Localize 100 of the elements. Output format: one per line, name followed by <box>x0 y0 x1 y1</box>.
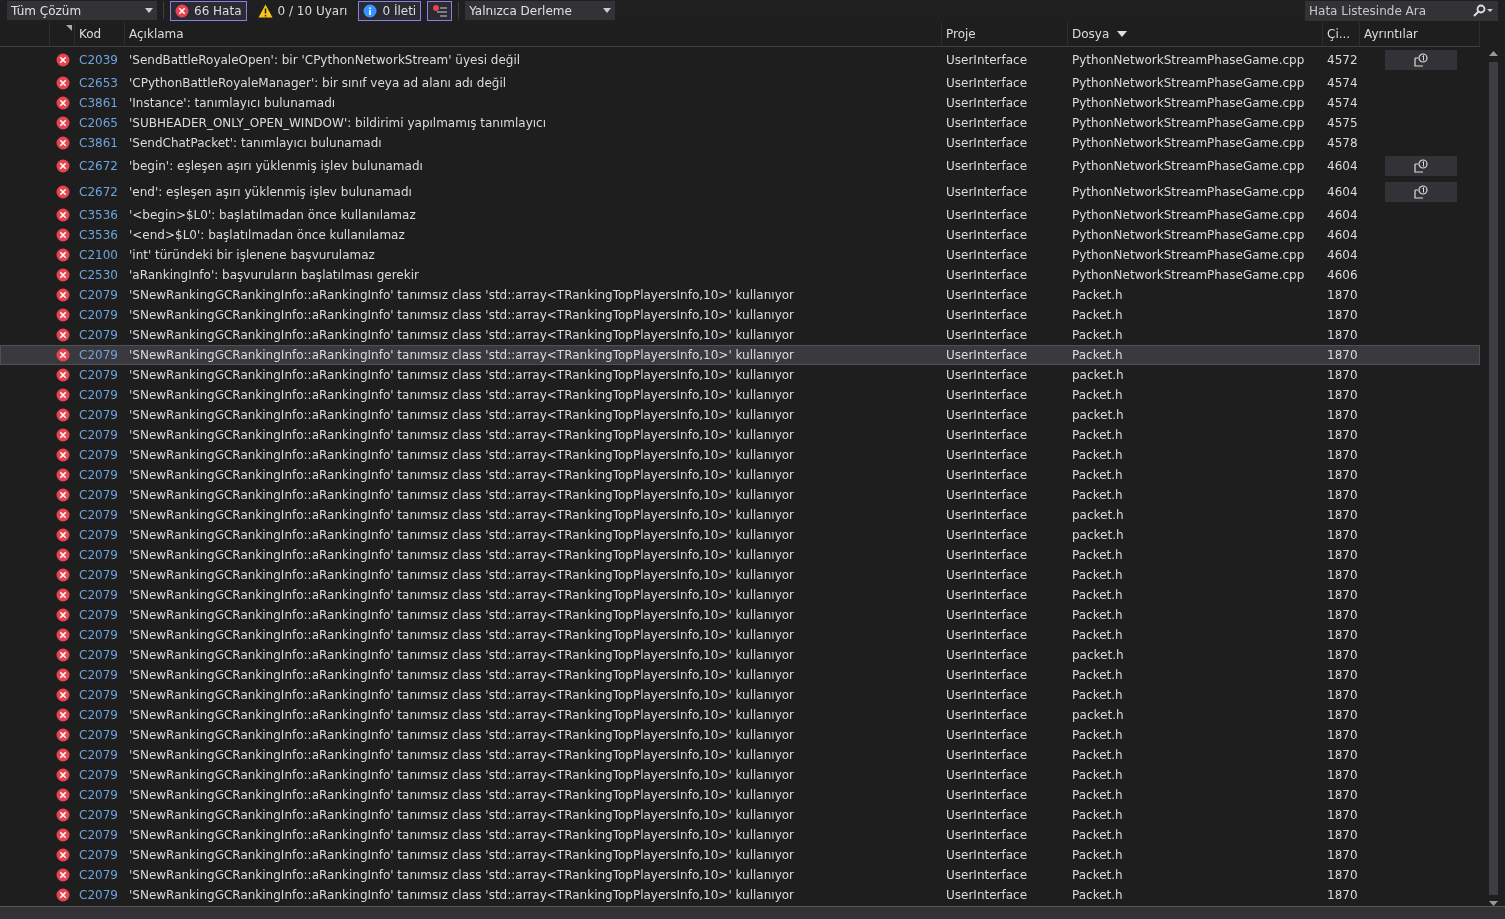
error-code-link[interactable]: C2079 <box>75 668 125 682</box>
error-code-link[interactable]: C2079 <box>75 388 125 402</box>
error-row[interactable]: C2079 'SNewRankingGCRankingInfo::aRankingInfo' tanımsız class 'std::array<TRankingTopPlayersInfo,10>' kullanıyor UserInterface Packet.h 1870 <box>0 865 1480 885</box>
error-row[interactable]: C2079 'SNewRankingGCRankingInfo::aRankingInfo' tanımsız class 'std::array<TRankingTopPlayersInfo,10>' kullanıyor UserInterface Packet.h 1870 <box>0 445 1480 465</box>
error-code-link[interactable]: C2079 <box>75 688 125 702</box>
error-code-link[interactable]: C2079 <box>75 288 125 302</box>
error-filter-button[interactable]: 66 Hata <box>170 0 247 21</box>
error-row[interactable]: C2079 'SNewRankingGCRankingInfo::aRankingInfo' tanımsız class 'std::array<TRankingTopPlayersInfo,10>' kullanıyor UserInterface Packet.h 1870 <box>0 765 1480 785</box>
warning-filter-button[interactable]: 0 / 10 Uyarı <box>252 0 353 21</box>
error-row[interactable]: C2079 'SNewRankingGCRankingInfo::aRankingInfo' tanımsız class 'std::array<TRankingTopPlayersInfo,10>' kullanıyor UserInterface Packet.h 1870 <box>0 545 1480 565</box>
error-row[interactable]: C2079 'SNewRankingGCRankingInfo::aRankingInfo' tanımsız class 'std::array<TRankingTopPlayersInfo,10>' kullanıyor UserInterface Packet.h 1870 <box>0 805 1480 825</box>
error-row[interactable]: C2100 'int' türündeki bir işlenene başvurulamaz UserInterface PythonNetworkStreamPhaseGame.cpp 4604 <box>0 245 1480 265</box>
error-code-link[interactable]: C2079 <box>75 488 125 502</box>
error-row[interactable]: C3536 '<begin>$L0': başlatılmadan önce kullanılamaz UserInterface PythonNetworkStreamPhaseGame.cpp 4604 <box>0 205 1480 225</box>
error-code-link[interactable]: C2065 <box>75 116 125 130</box>
error-row[interactable]: C2079 'SNewRankingGCRankingInfo::aRankingInfo' tanımsız class 'std::array<TRankingTopPlayersInfo,10>' kullanıyor UserInterface packet.h 1870 <box>0 365 1480 385</box>
error-code-link[interactable]: C2079 <box>75 768 125 782</box>
error-row[interactable]: C2079 'SNewRankingGCRankingInfo::aRankingInfo' tanımsız class 'std::array<TRankingTopPlayersInfo,10>' kullanıyor UserInterface Packet.h 1870 <box>0 585 1480 605</box>
error-code-link[interactable]: C2079 <box>75 888 125 902</box>
error-row[interactable]: C2065 'SUBHEADER_ONLY_OPEN_WINDOW': bildirimi yapılmamış tanımlayıcı UserInterface PythonNetworkStreamPhaseGame.cpp 4575 <box>0 113 1480 133</box>
error-row[interactable]: C2079 'SNewRankingGCRankingInfo::aRankingInfo' tanımsız class 'std::array<TRankingTopPlayersInfo,10>' kullanıyor UserInterface Packet.h 1870 <box>0 825 1480 845</box>
error-code-link[interactable]: C2079 <box>75 568 125 582</box>
error-code-link[interactable]: C2039 <box>75 53 125 67</box>
scroll-up-icon[interactable] <box>1488 51 1498 56</box>
error-row[interactable]: C2079 'SNewRankingGCRankingInfo::aRankingInfo' tanımsız class 'std::array<TRankingTopPlayersInfo,10>' kullanıyor UserInterface Packet.h 1870 <box>0 725 1480 745</box>
error-code-link[interactable]: C2672 <box>75 185 125 199</box>
error-code-link[interactable]: C3536 <box>75 228 125 242</box>
error-row[interactable]: C2079 'SNewRankingGCRankingInfo::aRankingInfo' tanımsız class 'std::array<TRankingTopPlayersInfo,10>' kullanıyor UserInterface packet.h 1870 <box>0 405 1480 425</box>
error-code-link[interactable]: C2079 <box>75 368 125 382</box>
error-code-link[interactable]: C2079 <box>75 548 125 562</box>
error-code-link[interactable]: C2079 <box>75 588 125 602</box>
error-code-link[interactable]: C2079 <box>75 708 125 722</box>
error-code-link[interactable]: C2079 <box>75 308 125 322</box>
error-code-link[interactable]: C3536 <box>75 208 125 222</box>
error-row[interactable]: C2079 'SNewRankingGCRankingInfo::aRankingInfo' tanımsız class 'std::array<TRankingTopPlayersInfo,10>' kullanıyor UserInterface Packet.h 1870 <box>0 345 1480 365</box>
error-row[interactable]: C2079 'SNewRankingGCRankingInfo::aRankingInfo' tanımsız class 'std::array<TRankingTopPlayersInfo,10>' kullanıyor UserInterface Packet.h 1870 <box>0 305 1480 325</box>
error-code-link[interactable]: C2079 <box>75 468 125 482</box>
search-field[interactable]: Hata Listesinde Ara <box>1305 0 1498 21</box>
error-row[interactable]: C2079 'SNewRankingGCRankingInfo::aRankingInfo' tanımsız class 'std::array<TRankingTopPlayersInfo,10>' kullanıyor UserInterface packet.h 1870 <box>0 525 1480 545</box>
error-code-link[interactable]: C3861 <box>75 136 125 150</box>
error-code-link[interactable]: C2079 <box>75 728 125 742</box>
filter-toggle-button[interactable] <box>427 0 453 21</box>
error-row[interactable]: C2079 'SNewRankingGCRankingInfo::aRankingInfo' tanımsız class 'std::array<TRankingTopPlayersInfo,10>' kullanıyor UserInterface Packet.h 1870 <box>0 845 1480 865</box>
column-header[interactable]: Ayrıntılar <box>1364 27 1419 41</box>
error-code-link[interactable]: C2100 <box>75 248 125 262</box>
error-code-link[interactable]: C2079 <box>75 448 125 462</box>
error-code-link[interactable]: C2079 <box>75 328 125 342</box>
column-header[interactable]: Dosya <box>1072 27 1110 41</box>
error-code-link[interactable]: C2079 <box>75 828 125 842</box>
error-row[interactable]: C2079 'SNewRankingGCRankingInfo::aRankingInfo' tanımsız class 'std::array<TRankingTopPlayersInfo,10>' kullanıyor UserInterface Packet.h 1870 <box>0 465 1480 485</box>
build-source-dropdown[interactable]: Yalnızca Derleme <box>465 1 616 20</box>
details-button[interactable] <box>1385 156 1457 176</box>
error-code-link[interactable]: C2079 <box>75 508 125 522</box>
error-row[interactable]: C2079 'SNewRankingGCRankingInfo::aRankingInfo' tanımsız class 'std::array<TRankingTopPlayersInfo,10>' kullanıyor UserInterface Packet.h 1870 <box>0 785 1480 805</box>
column-header[interactable]: Kod <box>79 27 102 41</box>
error-code-link[interactable]: C2079 <box>75 848 125 862</box>
error-row[interactable]: C3861 'Instance': tanımlayıcı bulunamadı UserInterface PythonNetworkStreamPhaseGame.cpp 4574 <box>0 93 1480 113</box>
error-code-link[interactable]: C2079 <box>75 408 125 422</box>
scope-dropdown[interactable]: Tüm Çözüm <box>7 1 157 20</box>
details-button[interactable] <box>1385 182 1457 202</box>
error-code-link[interactable]: C2653 <box>75 76 125 90</box>
error-code-link[interactable]: C2079 <box>75 648 125 662</box>
info-filter-button[interactable]: 0 İleti <box>358 0 422 21</box>
error-code-link[interactable]: C2079 <box>75 808 125 822</box>
error-row[interactable]: C2079 'SNewRankingGCRankingInfo::aRankingInfo' tanımsız class 'std::array<TRankingTopPlayersInfo,10>' kullanıyor UserInterface Packet.h 1870 <box>0 685 1480 705</box>
column-header[interactable]: Proje <box>946 27 976 41</box>
error-row[interactable]: C2672 'begin': eşleşen aşırı yüklenmiş işlev bulunamadı UserInterface PythonNetworkStreamPhaseGame.cpp 4604 <box>0 153 1480 179</box>
error-code-link[interactable]: C3861 <box>75 96 125 110</box>
error-code-link[interactable]: C2079 <box>75 748 125 762</box>
error-row[interactable]: C2079 'SNewRankingGCRankingInfo::aRankingInfo' tanımsız class 'std::array<TRankingTopPlayersInfo,10>' kullanıyor UserInterface Packet.h 1870 <box>0 625 1480 645</box>
error-row[interactable]: C2530 'aRankingInfo': başvuruların başlatılması gerekir UserInterface PythonNetworkStreamPhaseGame.cpp 4606 <box>0 265 1480 285</box>
error-row[interactable]: C2039 'SendBattleRoyaleOpen': bir 'CPythonNetworkStream' üyesi değil UserInterface PythonNetworkStreamPhaseGame.cpp 4572 <box>0 47 1480 73</box>
error-code-link[interactable]: C2079 <box>75 608 125 622</box>
error-row[interactable]: C2079 'SNewRankingGCRankingInfo::aRankingInfo' tanımsız class 'std::array<TRankingTopPlayersInfo,10>' kullanıyor UserInterface packet.h 1870 <box>0 645 1480 665</box>
error-row[interactable]: C2079 'SNewRankingGCRankingInfo::aRankingInfo' tanımsız class 'std::array<TRankingTopPlayersInfo,10>' kullanıyor UserInterface Packet.h 1870 <box>0 385 1480 405</box>
error-code-link[interactable]: C2079 <box>75 528 125 542</box>
error-row[interactable]: C2079 'SNewRankingGCRankingInfo::aRankingInfo' tanımsız class 'std::array<TRankingTopPlayersInfo,10>' kullanıyor UserInterface packet.h 1870 <box>0 705 1480 725</box>
details-button[interactable] <box>1385 50 1457 70</box>
column-header[interactable]: Açıklama <box>129 27 184 41</box>
error-row[interactable]: C2079 'SNewRankingGCRankingInfo::aRankingInfo' tanımsız class 'std::array<TRankingTopPlayersInfo,10>' kullanıyor UserInterface packet.h 1870 <box>0 505 1480 525</box>
error-row[interactable]: C2672 'end': eşleşen aşırı yüklenmiş işlev bulunamadı UserInterface PythonNetworkStreamPhaseGame.cpp 4604 <box>0 179 1480 205</box>
error-row[interactable]: C3861 'SendChatPacket': tanımlayıcı bulunamadı UserInterface PythonNetworkStreamPhaseGame.cpp 4578 <box>0 133 1480 153</box>
error-row[interactable]: C2079 'SNewRankingGCRankingInfo::aRankingInfo' tanımsız class 'std::array<TRankingTopPlayersInfo,10>' kullanıyor UserInterface Packet.h 1870 <box>0 285 1480 305</box>
error-code-link[interactable]: C2079 <box>75 348 125 362</box>
error-row[interactable]: C3536 '<end>$L0': başlatılmadan önce kullanılamaz UserInterface PythonNetworkStreamPhaseGame.cpp 4604 <box>0 225 1480 245</box>
column-header[interactable]: Çi... <box>1327 27 1351 41</box>
error-row[interactable]: C2079 'SNewRankingGCRankingInfo::aRankingInfo' tanımsız class 'std::array<TRankingTopPlayersInfo,10>' kullanıyor UserInterface Packet.h 1870 <box>0 425 1480 445</box>
error-code-link[interactable]: C2672 <box>75 159 125 173</box>
error-row[interactable]: C2079 'SNewRankingGCRankingInfo::aRankingInfo' tanımsız class 'std::array<TRankingTopPlayersInfo,10>' kullanıyor UserInterface Packet.h 1870 <box>0 485 1480 505</box>
error-code-link[interactable]: C2079 <box>75 428 125 442</box>
error-row[interactable]: C2079 'SNewRankingGCRankingInfo::aRankingInfo' tanımsız class 'std::array<TRankingTopPlayersInfo,10>' kullanıyor UserInterface Packet.h 1870 <box>0 745 1480 765</box>
error-code-link[interactable]: C2079 <box>75 788 125 802</box>
error-row[interactable]: C2653 'CPythonBattleRoyaleManager': bir sınıf veya ad alanı adı değil UserInterface PythonNetworkStreamPhaseGame.cpp 4574 <box>0 73 1480 93</box>
error-code-link[interactable]: C2079 <box>75 868 125 882</box>
error-code-link[interactable]: C2530 <box>75 268 125 282</box>
error-row[interactable]: C2079 'SNewRankingGCRankingInfo::aRankingInfo' tanımsız class 'std::array<TRankingTopPlayersInfo,10>' kullanıyor UserInterface Packet.h 1870 <box>0 665 1480 685</box>
error-row[interactable]: C2079 'SNewRankingGCRankingInfo::aRankingInfo' tanımsız class 'std::array<TRankingTopPlayersInfo,10>' kullanıyor UserInterface Packet.h 1870 <box>0 565 1480 585</box>
error-row[interactable]: C2079 'SNewRankingGCRankingInfo::aRankingInfo' tanımsız class 'std::array<TRankingTopPlayersInfo,10>' kullanıyor UserInterface Packet.h 1870 <box>0 325 1480 345</box>
error-row[interactable]: C2079 'SNewRankingGCRankingInfo::aRankingInfo' tanımsız class 'std::array<TRankingTopPlayersInfo,10>' kullanıyor UserInterface Packet.h 1870 <box>0 605 1480 625</box>
error-code-link[interactable]: C2079 <box>75 628 125 642</box>
